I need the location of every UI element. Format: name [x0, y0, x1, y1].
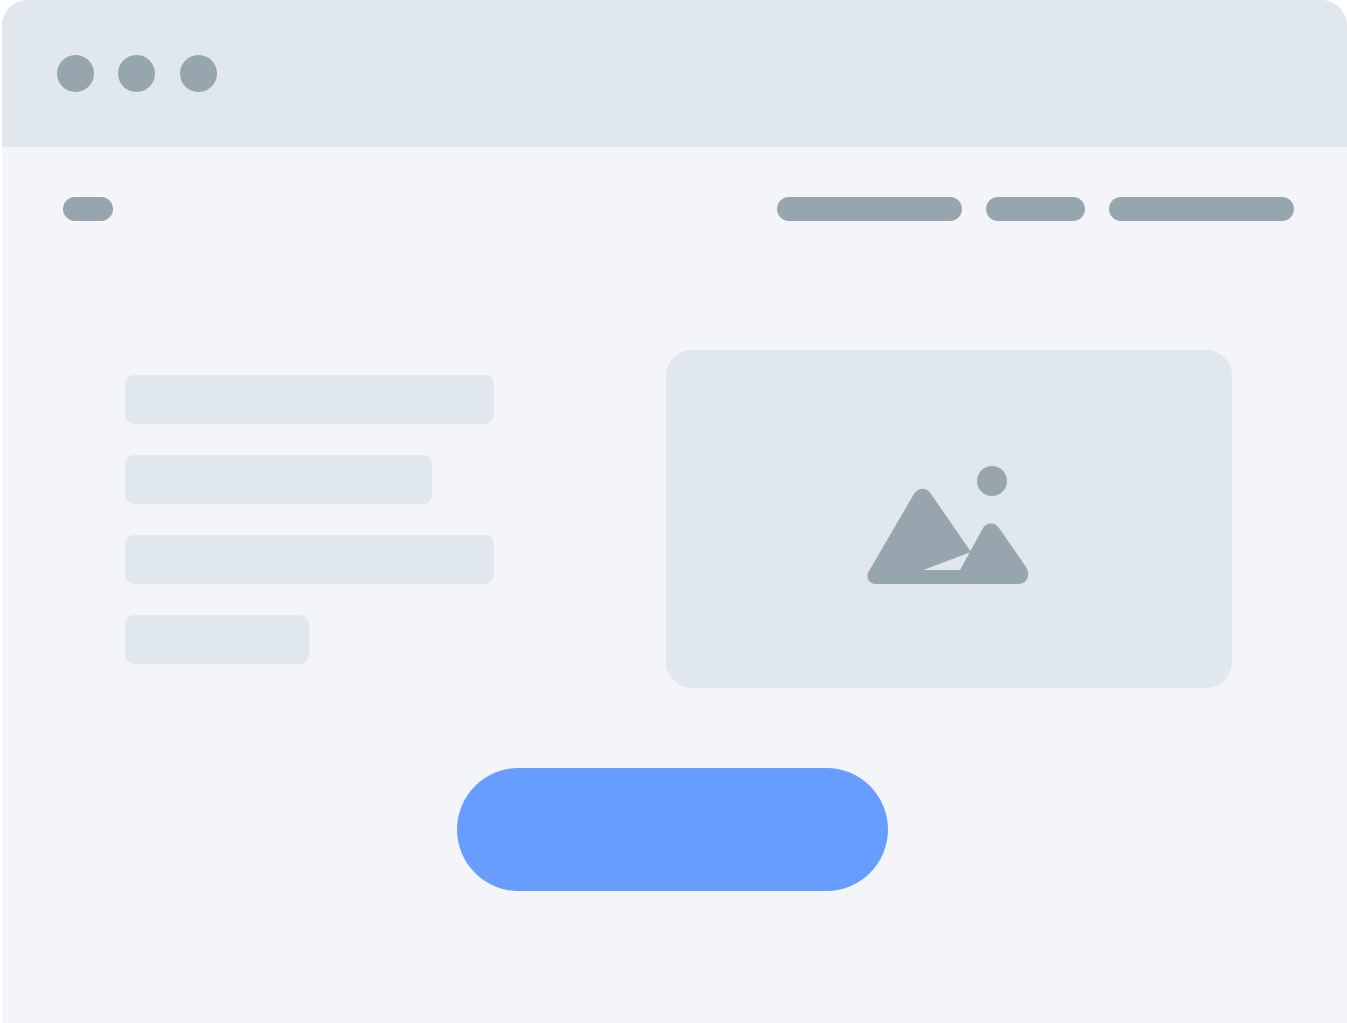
- text-line-placeholder: [125, 375, 494, 424]
- image-icon: [867, 466, 1029, 584]
- browser-window: [2, 0, 1347, 1023]
- window-titlebar: [2, 0, 1347, 147]
- text-line-placeholder: [125, 455, 432, 504]
- nav-item-2-placeholder[interactable]: [986, 197, 1085, 221]
- nav-item-1-placeholder[interactable]: [777, 197, 962, 221]
- window-close-dot[interactable]: [57, 55, 94, 92]
- cta-button[interactable]: [457, 768, 888, 891]
- window-minimize-dot[interactable]: [118, 55, 155, 92]
- text-line-placeholder: [125, 535, 494, 584]
- window-maximize-dot[interactable]: [180, 55, 217, 92]
- image-placeholder: [666, 350, 1232, 688]
- logo-placeholder[interactable]: [63, 197, 113, 221]
- text-line-placeholder: [125, 615, 309, 664]
- nav-item-3-placeholder[interactable]: [1109, 197, 1294, 221]
